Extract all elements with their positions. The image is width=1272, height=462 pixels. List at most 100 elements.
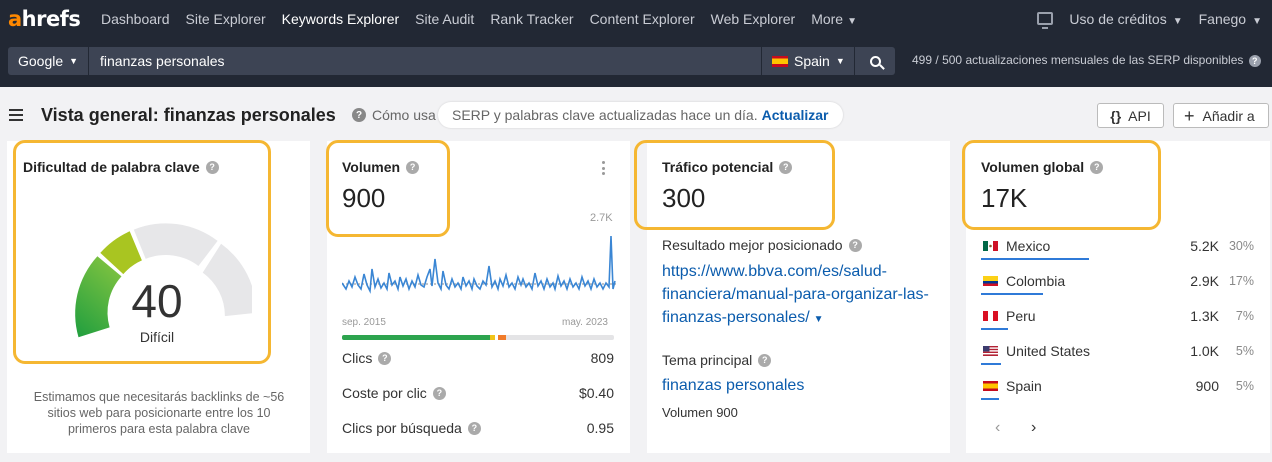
gauge-segment-super-hard xyxy=(202,243,252,317)
ahrefs-logo[interactable]: ahrefs xyxy=(8,7,88,31)
search-intent-bar xyxy=(342,335,614,340)
chevron-down-icon: ▼ xyxy=(1252,15,1262,27)
top-result-heading: Resultado mejor posicionado? xyxy=(662,237,862,253)
nav-item-site-audit[interactable]: Site Audit xyxy=(415,11,474,27)
how-to-use-link[interactable]: ? Cómo usa xyxy=(350,107,436,123)
united-states-flag-icon xyxy=(983,346,998,356)
help-icon[interactable]: ? xyxy=(467,421,481,435)
nav-item-site-explorer[interactable]: Site Explorer xyxy=(186,11,266,27)
how-to-use-label: Cómo usa xyxy=(372,107,436,123)
help-icon: ? xyxy=(352,108,366,122)
user-menu[interactable]: Fanego ▼ xyxy=(1199,11,1262,27)
top-result-url[interactable]: https://www.bbva.com/es/salud-financiera… xyxy=(662,260,942,331)
country-row[interactable]: Spain 900 5% xyxy=(981,376,1257,402)
chart-start-label: sep. 2015 xyxy=(342,317,386,328)
api-button-label: API xyxy=(1128,107,1151,124)
country-row[interactable]: Mexico 5.2K 30% xyxy=(981,236,1257,262)
plus-icon: + xyxy=(1184,105,1195,126)
update-notice: SERP y palabras clave actualizadas hace … xyxy=(438,102,843,128)
metric-label: Clics? xyxy=(342,350,392,366)
keyword-input[interactable]: finanzas personales xyxy=(89,47,761,75)
spain-flag-icon xyxy=(983,381,998,391)
metric-label: Clics por búsqueda? xyxy=(342,420,481,436)
country-share: 5% xyxy=(1235,379,1254,393)
chevron-down-icon: ▼ xyxy=(835,56,845,66)
metric-row-cpc: Coste por clic? $0.40 xyxy=(342,383,614,403)
top-result-label: Resultado mejor posicionado xyxy=(662,237,843,253)
add-button-label: Añadir a xyxy=(1202,107,1255,124)
nav-item-rank-tracker[interactable]: Rank Tracker xyxy=(490,11,573,27)
hamburger-menu-icon[interactable] xyxy=(9,109,23,121)
nav-item-content-explorer[interactable]: Content Explorer xyxy=(590,11,695,27)
search-engine-select[interactable]: Google ▼ xyxy=(8,47,88,75)
search-button[interactable] xyxy=(855,47,895,75)
country-row[interactable]: Colombia 2.9K 17% xyxy=(981,271,1257,297)
user-name: Fanego xyxy=(1198,10,1247,27)
country-share: 5% xyxy=(1235,344,1254,358)
update-link[interactable]: Actualizar xyxy=(762,107,829,123)
parent-topic-link[interactable]: finanzas personales xyxy=(662,377,804,395)
country-name: Mexico xyxy=(1006,238,1051,254)
serp-updates-info: 499 / 500 actualizaciones mensuales de l… xyxy=(912,53,1261,67)
country-row[interactable]: Peru 1.3K 7% xyxy=(981,306,1257,332)
nav-item-more[interactable]: More ▼ xyxy=(811,11,857,27)
volume-trend-chart xyxy=(342,235,616,294)
search-bar: Google ▼ finanzas personales Spain ▼ 499 /… xyxy=(0,37,1272,87)
monitor-icon[interactable] xyxy=(1037,12,1054,29)
volume-title: Volumen? xyxy=(342,159,420,175)
help-icon[interactable]: ? xyxy=(848,238,862,252)
clicks-value: 809 xyxy=(590,350,614,366)
nav-item-dashboard[interactable]: Dashboard xyxy=(101,11,170,27)
country-name: Colombia xyxy=(1006,273,1066,289)
help-icon[interactable]: ? xyxy=(378,351,392,365)
country-row[interactable]: United States 1.0K 5% xyxy=(981,341,1257,367)
country-label: Spain xyxy=(794,53,830,69)
cps-label: Clics por búsqueda xyxy=(342,420,462,436)
page-title: Vista general: finanzas personales xyxy=(41,105,336,125)
chevron-right-icon[interactable]: › xyxy=(1031,419,1036,437)
chevron-down-icon[interactable]: ▼ xyxy=(814,314,824,325)
mexico-flag-icon xyxy=(983,241,998,251)
serp-total: 500 xyxy=(942,53,963,67)
country-share-bar xyxy=(981,363,1001,365)
country-share-bar xyxy=(981,258,1089,260)
serp-used: 499 xyxy=(912,53,933,67)
help-icon[interactable]: ? xyxy=(205,160,219,174)
help-icon[interactable]: ? xyxy=(1090,160,1104,174)
credits-menu[interactable]: Uso de créditos ▼ xyxy=(1069,11,1182,27)
chevron-down-icon: ▼ xyxy=(69,56,79,66)
more-options-icon[interactable] xyxy=(602,161,606,175)
chevron-left-icon[interactable]: ‹ xyxy=(995,419,1000,437)
volume-value: 900 xyxy=(342,183,386,213)
nav-item-keywords-explorer[interactable]: Keywords Explorer xyxy=(282,11,400,27)
country-name: United States xyxy=(1006,343,1091,359)
help-icon[interactable]: ? xyxy=(432,386,446,400)
nav-menu: Dashboard Site Explorer Keywords Explore… xyxy=(101,11,873,27)
volume-card: Volumen? 900 2.7K sep. 2015 may. 2023 Cl… xyxy=(327,141,630,453)
traffic-title: Tráfico potencial? xyxy=(662,159,793,175)
parent-topic-label: Tema principal xyxy=(662,352,753,368)
search-icon xyxy=(869,55,881,67)
help-icon[interactable]: ? xyxy=(1248,54,1261,67)
country-share-bar xyxy=(981,328,1008,330)
global-title: Volumen global? xyxy=(981,159,1104,175)
serp-separator: / xyxy=(935,53,939,67)
kd-rating: Difícil xyxy=(139,329,175,345)
kd-label: Dificultad de palabra clave xyxy=(23,159,200,175)
help-icon[interactable]: ? xyxy=(406,160,420,174)
spain-flag-icon xyxy=(772,55,788,67)
country-share: 30% xyxy=(1228,239,1254,253)
intent-segment xyxy=(498,335,506,340)
country-select[interactable]: Spain ▼ xyxy=(762,47,854,75)
help-icon[interactable]: ? xyxy=(779,160,793,174)
keyword-difficulty-card: Dificultad de palabra clave? 40 Difícil … xyxy=(7,141,310,453)
api-button[interactable]: {} API xyxy=(1097,103,1164,128)
add-to-button[interactable]: + Añadir a xyxy=(1173,103,1269,128)
country-share: 17% xyxy=(1228,274,1254,288)
intent-segment xyxy=(506,335,614,340)
country-share-bar xyxy=(981,398,999,400)
help-icon[interactable]: ? xyxy=(758,353,772,367)
notice-text: SERP y palabras clave actualizadas hace … xyxy=(452,107,758,123)
metric-row-clicks: Clics? 809 xyxy=(342,348,614,368)
nav-item-web-explorer[interactable]: Web Explorer xyxy=(711,11,796,27)
